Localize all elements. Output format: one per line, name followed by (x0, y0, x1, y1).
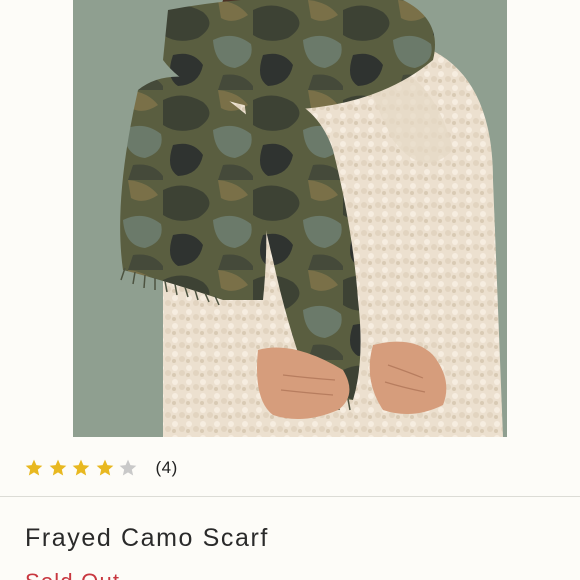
section-divider (0, 496, 580, 497)
product-image[interactable] (73, 0, 507, 437)
product-photo-illustration (73, 0, 507, 437)
star-empty-icon (119, 459, 137, 476)
star-filled-icon (25, 459, 43, 476)
star-filled-icon (96, 459, 113, 476)
product-title: Frayed Camo Scarf (25, 524, 269, 552)
star-filled-icon (49, 459, 66, 476)
star-filled-icon (72, 459, 90, 476)
product-page: (4) Frayed Camo Scarf Sold Out (0, 0, 580, 580)
review-count[interactable]: (4) (156, 458, 178, 478)
stock-status: Sold Out (25, 569, 120, 580)
product-rating[interactable]: (4) (24, 454, 178, 482)
